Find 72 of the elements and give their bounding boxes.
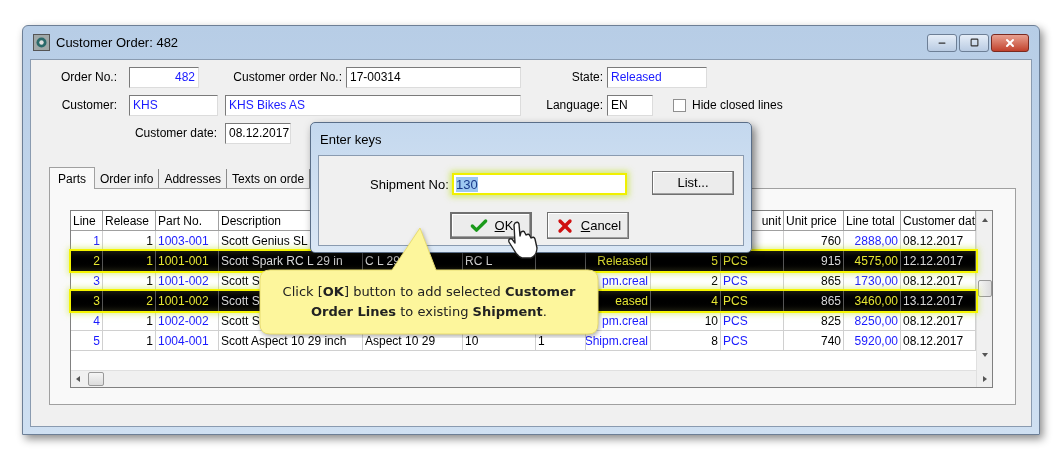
- field-label: Order No.:: [61, 69, 117, 86]
- table-cell-text: 08.12.2017: [903, 232, 964, 250]
- table-cell-text: PCS: [723, 312, 748, 330]
- table-cell-text: 865: [820, 272, 841, 290]
- table-cell-text: Released: [597, 253, 648, 270]
- table-cell-text: Scott Aspect 10 29 inch: [221, 332, 347, 350]
- table-cell-text: 2: [711, 272, 718, 290]
- table-cell-text: eased: [615, 293, 648, 310]
- table-cell-text: 1002-002: [158, 312, 209, 330]
- table-cell-text: 8250,00: [854, 312, 898, 330]
- table-cell-text: 10: [704, 312, 718, 330]
- table-cell-text: 10: [465, 332, 479, 350]
- table-cell-text: 5: [93, 332, 100, 350]
- table-cell-text: 1001-002: [158, 293, 209, 310]
- table-cell-text: 915: [820, 253, 841, 270]
- table-cell-text: 1: [146, 253, 153, 270]
- table-cell-text: 8: [711, 332, 718, 350]
- field-label: State:: [571, 69, 603, 86]
- table-cell-text: 5920,00: [854, 332, 898, 350]
- field-label: Customer:: [61, 97, 117, 114]
- tooltip-text: Click [OK] button to add selected Customer Order Lines to existing Shipment.: [281, 283, 577, 321]
- table-cell-text: PCS: [723, 293, 748, 310]
- table-cell-text: Scott Genius SL: [221, 232, 308, 250]
- table-cell-text: PCS: [723, 253, 748, 270]
- table-cell-text: 3460,00: [854, 293, 898, 310]
- table-cell-text: RC L: [465, 253, 493, 270]
- table-cell-text: PCS: [723, 332, 748, 350]
- table-cell-text: 740: [820, 332, 841, 350]
- table-cell-text: 1001-001: [158, 253, 209, 270]
- field-label: Language:: [546, 97, 603, 114]
- field-label: Customer order No.:: [233, 69, 342, 86]
- table-cell-text: 08.12.2017: [903, 272, 964, 290]
- table-cell-text: 1: [538, 332, 545, 350]
- table-cell-text: 3: [93, 272, 100, 290]
- table-cell-text: 5: [711, 253, 718, 270]
- table-cell-text: 2: [93, 253, 100, 270]
- table-cell-text: 1: [146, 312, 153, 330]
- table-cell-text: Shipm.creal: [586, 332, 648, 350]
- table-cell-text: 1001-002: [158, 272, 209, 290]
- table-cell-text: Scott Spark RC L 29 in: [221, 253, 343, 270]
- table-cell-text: 1004-001: [158, 332, 209, 350]
- table-cell-text: 1: [146, 232, 153, 250]
- table-cell-text: 4: [93, 312, 100, 330]
- table-cell-text: PCS: [723, 272, 748, 290]
- table-cell-text: 08.12.2017: [903, 312, 964, 330]
- table-cell-text: 4: [711, 293, 718, 310]
- checkbox-label: Hide closed lines: [692, 97, 783, 114]
- dialog-title: Enter keys: [320, 131, 382, 149]
- field-label: Shipment No:: [370, 176, 449, 194]
- table-cell-text: 1: [146, 272, 153, 290]
- table-cell-text: 13.12.2017: [903, 293, 964, 310]
- table-cell-text: 1: [146, 332, 153, 350]
- table-cell-text: 4575,00: [854, 253, 898, 270]
- table-cell-text: Aspect 10 29: [365, 332, 436, 350]
- table-cell-text: 2: [146, 293, 153, 310]
- table-cell-text: Scott S: [221, 293, 260, 310]
- table-cell-text: 1003-001: [158, 232, 209, 250]
- window-title: Customer Order: 482: [56, 33, 179, 52]
- table-cell-text: 1730,00: [854, 272, 898, 290]
- table-cell-text: Scott S: [221, 312, 260, 330]
- table-cell-text: pm.creal: [602, 312, 648, 330]
- table-cell-text: 865: [820, 293, 841, 310]
- field-label: Customer date:: [134, 125, 217, 142]
- table-cell-text: 3: [93, 293, 100, 310]
- table-cell-text: 825: [820, 312, 841, 330]
- table-cell-text: 12.12.2017: [903, 253, 964, 270]
- table-cell-text: 2888,00: [854, 232, 898, 250]
- table-cell-text: Scott S: [221, 272, 260, 290]
- table-cell-text: pm.creal: [602, 272, 648, 290]
- table-cell-text: 08.12.2017: [903, 332, 964, 350]
- table-cell-text: 760: [820, 232, 841, 250]
- table-cell-text: 1: [93, 232, 100, 250]
